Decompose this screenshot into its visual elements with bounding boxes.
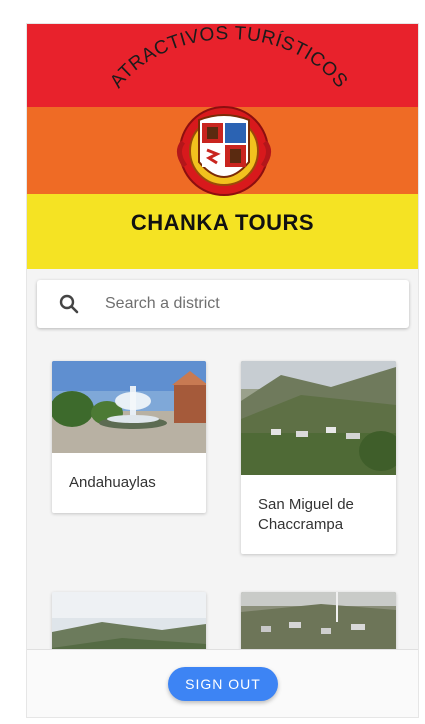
search-bar[interactable] [37,280,409,328]
header-banner: ATRACTIVOS TURÍSTICOS CHANKA TOURS [27,24,418,269]
search-icon [59,294,79,314]
brand-title: CHANKA TOURS [130,210,315,235]
district-photo [241,361,396,475]
app-screen: ATRACTIVOS TURÍSTICOS CHANKA TOURS Searc… [26,23,419,718]
district-card-andahuaylas[interactable]: Andahuaylas [52,361,206,513]
district-name: Andahuaylas [69,474,156,491]
district-photo [52,361,206,453]
banner-arc-text: ATRACTIVOS TURÍSTICOS [106,24,351,92]
district-grid: Andahuaylas San Miguel de Chaccrampa [27,339,418,712]
svg-text:ATRACTIVOS TURÍSTICOS: ATRACTIVOS TURÍSTICOS [106,24,351,92]
district-card-san-miguel-de-chaccrampa[interactable]: San Miguel de Chaccrampa [241,361,396,554]
bottom-bar: SIGN OUT [27,649,418,717]
sign-out-button[interactable]: SIGN OUT [168,667,278,701]
district-name: San Miguel de Chaccrampa [258,496,354,533]
search-input[interactable] [103,294,367,314]
coat-of-arms-logo [177,106,271,196]
